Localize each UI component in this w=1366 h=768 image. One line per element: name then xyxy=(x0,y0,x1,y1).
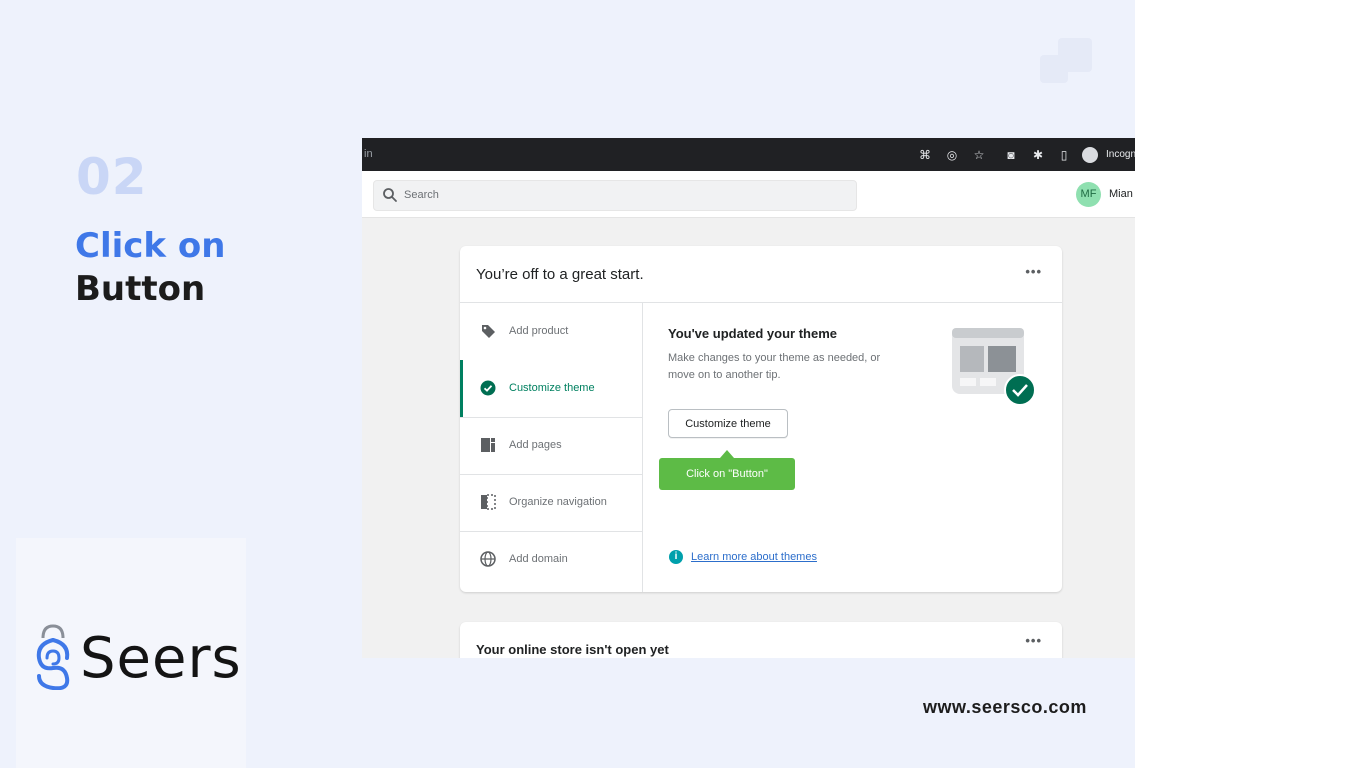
screenshot-frame: in ⌘ ◎ ☆ ◙ ✱ ▯ Incognito Search MF Mian … xyxy=(362,138,1135,658)
star-icon[interactable]: ☆ xyxy=(972,148,986,162)
learn-more-link[interactable]: Learn more about themes xyxy=(691,551,817,563)
tooltip: Click on "Button" xyxy=(659,450,795,490)
decorative-square xyxy=(1040,55,1068,83)
step-label: Add pages xyxy=(509,439,562,451)
search-icon xyxy=(383,188,397,202)
eye-off-icon[interactable]: ◎ xyxy=(945,148,959,162)
seers-logo-icon xyxy=(36,624,70,690)
step-label: Organize navigation xyxy=(509,496,607,508)
info-icon: i xyxy=(669,550,683,564)
step-label: Customize theme xyxy=(509,382,595,394)
customize-theme-button[interactable]: Customize theme xyxy=(668,409,788,438)
step-add-product[interactable]: Add product xyxy=(460,303,642,361)
setup-steps-list: Add product Customize theme Add pages Or… xyxy=(460,303,643,592)
theme-illustration-icon xyxy=(952,328,1036,406)
side-panel-icon[interactable]: ▯ xyxy=(1057,148,1071,162)
step-number: 02 xyxy=(76,148,148,206)
card-title: You’re off to a great start. xyxy=(476,266,644,283)
avatar[interactable]: MF xyxy=(1076,182,1101,207)
navigation-icon xyxy=(481,494,496,510)
step-add-pages[interactable]: Add pages xyxy=(460,417,642,475)
tag-icon xyxy=(482,325,495,338)
detail-title: You've updated your theme xyxy=(668,326,837,341)
step-add-domain[interactable]: Add domain xyxy=(460,531,642,588)
step-label: Add product xyxy=(509,325,569,337)
globe-icon xyxy=(480,551,496,567)
more-actions-button[interactable]: ••• xyxy=(1025,633,1042,648)
browser-toolbar: in ⌘ ◎ ☆ ◙ ✱ ▯ Incognito xyxy=(362,138,1135,171)
camera-icon[interactable]: ◙ xyxy=(1004,148,1018,162)
qr-code-icon[interactable]: ⌘ xyxy=(918,148,932,162)
search-input[interactable]: Search xyxy=(373,180,857,211)
store-status-card: Your online store isn't open yet ••• xyxy=(460,622,1062,658)
detail-description: Make changes to your theme as needed, or… xyxy=(668,352,881,381)
profile-label[interactable]: Incognito xyxy=(1106,149,1135,160)
incognito-icon[interactable] xyxy=(1082,147,1098,163)
slide-background: 02 Click on Button Seers www.seersco.com… xyxy=(0,0,1135,768)
puzzle-icon[interactable]: ✱ xyxy=(1031,148,1045,162)
setup-guide-card: You’re off to a great start. ••• Add pro… xyxy=(460,246,1062,592)
active-indicator xyxy=(460,360,463,417)
more-actions-button[interactable]: ••• xyxy=(1025,264,1042,279)
step-organize-navigation[interactable]: Organize navigation xyxy=(460,474,642,532)
tab-fragment: in xyxy=(364,148,373,160)
brand-name: Seers xyxy=(80,626,242,691)
user-name[interactable]: Mian xyxy=(1109,188,1133,200)
step-label: Add domain xyxy=(509,553,568,565)
brand-logo-card: Seers xyxy=(16,538,246,768)
step-customize-theme[interactable]: Customize theme xyxy=(460,360,642,418)
admin-header: Search MF Mian xyxy=(362,171,1135,218)
pages-icon xyxy=(481,438,495,452)
check-circle-icon xyxy=(480,380,496,396)
step-title: Button xyxy=(75,269,206,309)
website-url: www.seersco.com xyxy=(923,697,1087,717)
card-title: Your online store isn't open yet xyxy=(476,642,669,657)
search-placeholder: Search xyxy=(404,189,439,201)
step-title-highlight: Click on xyxy=(75,226,226,266)
